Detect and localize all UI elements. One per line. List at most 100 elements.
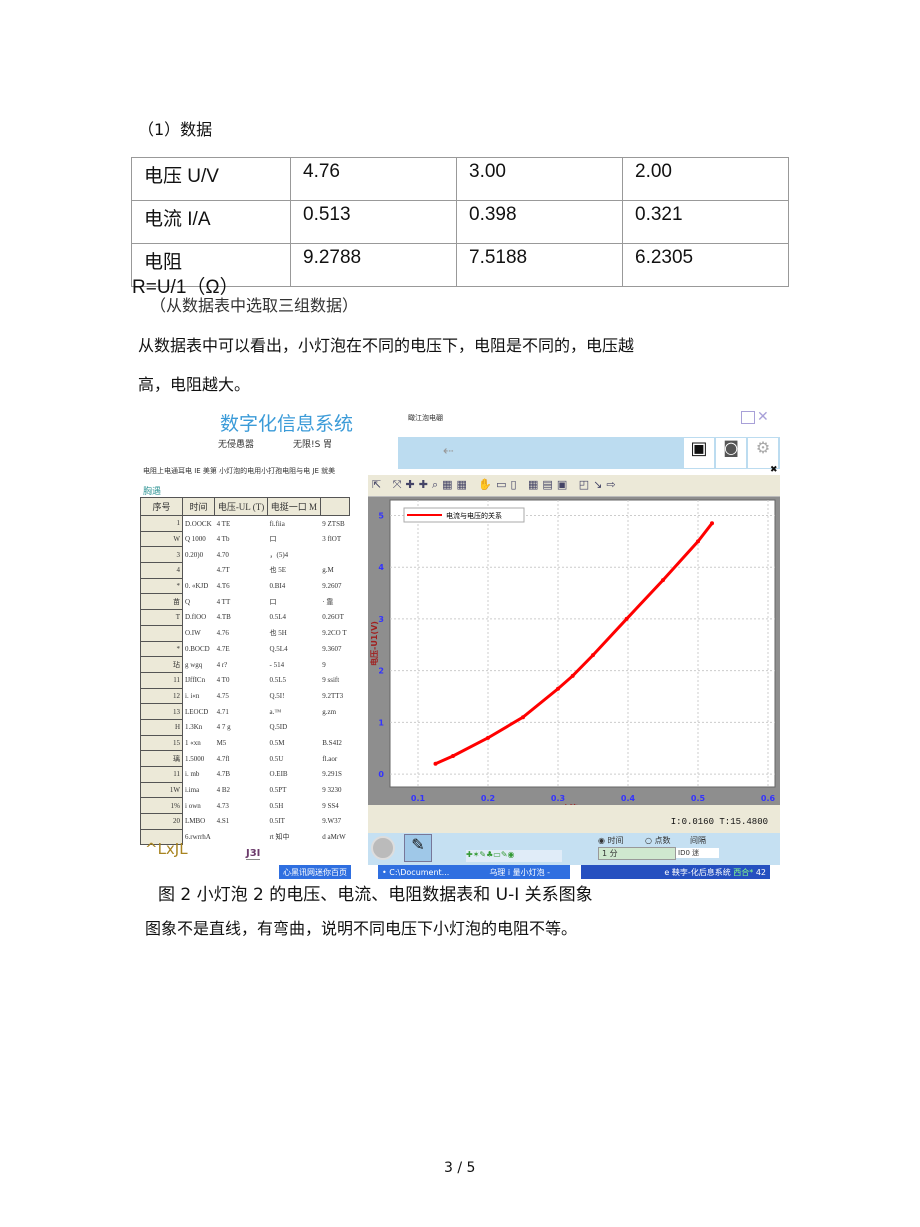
minimize-icon[interactable] [741,411,755,424]
cell [140,624,183,642]
taskbar-label: e 鞅孛-化后息系统 [664,868,731,877]
cell: 0.5IT [269,817,285,826]
y-tick-label: 2 [378,667,384,676]
settings-icon[interactable]: ⚙ [748,438,778,468]
cell: d aMrW [322,833,346,842]
cell: M5 [216,738,227,747]
table-row: 11 IJffICn 4 T0 0.5L5 9 ssift [140,671,350,689]
cell: 0.5H [269,801,284,810]
cell: 9.2788 [290,243,457,287]
table-row: O.IW 4.76 也 5H 9.2CO T [140,624,350,642]
cell: 0.5M [269,738,285,747]
taskbar-item[interactable]: e 鞅孛-化后息系统 西合* 42 [581,865,770,879]
radio-points[interactable]: ○ 点数 [645,835,671,846]
cell: ，(5)4 [269,550,289,559]
interval-input[interactable]: 1 分 [598,847,676,860]
cell: 4.76 [216,629,229,638]
cell: Q.5L4 [269,644,288,653]
cell: 9 3230 [322,786,342,795]
close-panel-icon[interactable]: ✖ [770,465,778,475]
cell: 2.00 [622,157,789,201]
interval-label: 间隔 [690,836,706,845]
x-tick-label: 0.6 [761,794,776,803]
usb-icon: ⇠ [443,444,454,459]
y-tick-label: 0 [378,770,384,779]
device-bar: ⇠ ▣ ◙ ⚙ [398,437,780,469]
cell: 9 ZTSB [322,519,345,528]
x-tick-label: 0.5 [691,794,706,803]
cell [320,547,349,563]
cell: 1.5000 [185,754,205,763]
cell: g.M [322,566,334,575]
link[interactable]: 胸遇 [143,484,161,497]
cell: 1.3Kn [185,723,203,732]
x-tick-label: 0.4 [621,794,636,803]
cell: 也 5H [269,629,287,638]
data-point [710,521,714,526]
col-header: 序号 [140,497,183,516]
cell: 4.7fl [216,754,230,763]
taskbar-label: 西合* [733,868,754,877]
table-row: WQ 1000 4 Tb 口 3 flOT [140,530,350,548]
paragraph: 图象不是直线，有弯曲，说明不同电压下小灯泡的电阻不等。 [145,919,578,938]
table-row: 璃 1.5000 4.7fl 0.5U fl.aor [140,750,350,767]
close-icon[interactable]: ✕ [757,409,769,425]
cell: * [140,577,183,595]
cell: 20 [140,813,183,830]
cell: 4 [140,562,183,579]
tool-palette[interactable]: ✚✶✎♣▭✎◉ [466,850,562,862]
data-table: 电压 U/V 4.76 3.00 2.00 电流 I/A 0.513 0.398 0.321… [131,157,789,298]
table-row: 1% i own 4.73 0.5H 9 SS4 [140,797,350,815]
taskbar-label: 42 [755,868,766,877]
cell: 4.T6 [216,582,230,591]
data-point [570,673,575,678]
graph-window: 瞰江泡电硼 ✕ ⇠ ▣ ◙ ⚙ ✖ ⇱ ⤧✚✚⌕▦▦ ✋▭▯ ▦▤▣ ◰↘⇨ 0… [368,405,780,865]
footer-label: J3I [246,848,261,860]
cell: 4.75 [216,691,229,700]
paragraph-line: 从数据表中可以看出，小灯泡在不同的电压下，电阻是不同的，电压越 [138,336,635,355]
data-point [591,653,595,658]
cell: 0.513 [290,200,457,244]
cell: O.EIB [269,770,288,779]
chart-toolbar[interactable]: ⇱ ⤧✚✚⌕▦▦ ✋▭▯ ▦▤▣ ◰↘⇨ [368,475,780,497]
cell: 0.321 [622,200,789,244]
cell: i.ima [185,786,200,795]
cell: g.zm [322,707,337,716]
cell: 苗 [140,593,183,611]
col-header: 时间 [181,497,216,516]
save-icon[interactable]: ▣ [684,438,714,468]
taskbar-item[interactable]: 心黑讯网迷你百页 [279,865,351,879]
cell: 3 [140,546,183,564]
data-point [661,578,665,583]
cell: 4 T0 [216,676,230,685]
search-device-icon[interactable]: ◙ [716,438,746,468]
cell: 13 [140,703,183,720]
cell: 1 «xn [185,738,201,747]
cell: 0.5U [269,754,284,763]
y-tick-label: 3 [378,615,384,624]
row-label: 电流 I/A [131,200,291,244]
cell: rt 知中 [269,833,290,842]
footer-label: ^LxJL [145,840,188,858]
y-tick-label: 4 [378,563,384,572]
cell: IJffICn [185,676,206,685]
table-row: 电压 U/V 4.76 3.00 2.00 [131,157,789,201]
record-button[interactable]: ✎ [404,834,432,862]
data-point [486,735,490,740]
cell: 4 Tb [216,535,230,544]
col-header: 电挺一口 M [266,497,321,516]
table-row: 电流 I/A 0.513 0.398 0.321 [131,200,789,244]
data-point [433,761,438,766]
cell: 12 [140,687,183,705]
cell: 0.20)0 [185,550,204,559]
window-title: 瞰江泡电硼 [408,414,443,422]
stop-button[interactable] [371,836,395,860]
table-row: 12 i. i«n 4.75 Q.5I! 9.2TT3 [140,687,350,705]
radio-time[interactable]: ◉ 时间 [598,835,624,846]
taskbar-item[interactable]: • C:\Document... 乌理 i 量小灯泡 - [378,865,570,879]
ui-chart: 0.10.20.30.40.50.6012345电流-I1(A)电压-U1(V)… [369,499,776,805]
cell: · 靠 [322,597,334,606]
data-point [696,539,700,544]
cell: 7.5188 [456,243,623,287]
cell: 9.W37 [322,817,342,826]
